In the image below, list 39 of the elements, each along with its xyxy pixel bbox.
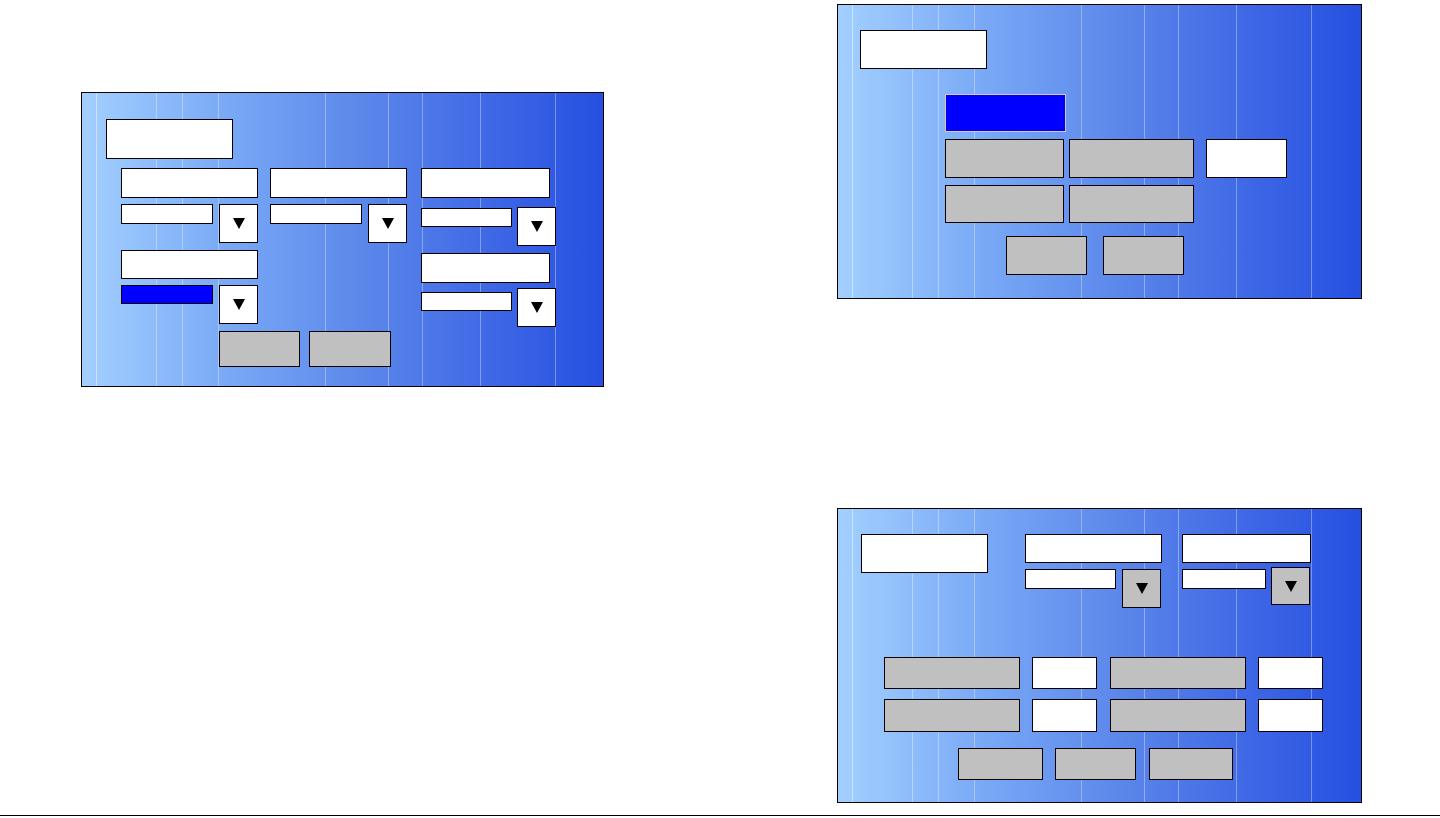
button[interactable] bbox=[958, 748, 1043, 780]
button[interactable] bbox=[1069, 139, 1194, 178]
button[interactable] bbox=[309, 331, 391, 367]
text-field[interactable] bbox=[1258, 699, 1323, 732]
button[interactable] bbox=[1110, 657, 1246, 689]
dropdown-button[interactable] bbox=[517, 288, 556, 327]
dropdown-button[interactable] bbox=[219, 285, 258, 324]
button[interactable] bbox=[1055, 748, 1136, 780]
button[interactable] bbox=[1110, 699, 1246, 732]
text-field[interactable] bbox=[270, 204, 362, 224]
button[interactable] bbox=[1149, 748, 1233, 780]
caret-icon bbox=[381, 218, 394, 229]
dropdown-button[interactable] bbox=[368, 204, 407, 243]
dropdown-button[interactable] bbox=[219, 204, 258, 243]
button[interactable] bbox=[884, 699, 1020, 732]
caret-icon bbox=[1135, 583, 1148, 594]
text-field[interactable] bbox=[1182, 569, 1266, 589]
caret-icon bbox=[530, 221, 543, 232]
text-field[interactable] bbox=[1025, 569, 1116, 589]
caret-icon bbox=[232, 218, 245, 229]
text-field[interactable] bbox=[1258, 657, 1323, 689]
caret-icon bbox=[530, 302, 543, 313]
button[interactable] bbox=[884, 657, 1020, 689]
text-field[interactable] bbox=[121, 204, 213, 224]
text-field[interactable] bbox=[1032, 657, 1097, 689]
caret-icon bbox=[1284, 580, 1297, 592]
caret-icon bbox=[232, 299, 245, 310]
text-field[interactable] bbox=[421, 292, 512, 311]
button[interactable] bbox=[945, 185, 1064, 223]
text-field[interactable] bbox=[121, 285, 213, 304]
button[interactable] bbox=[945, 139, 1064, 178]
button[interactable] bbox=[1103, 236, 1184, 275]
text-field[interactable] bbox=[421, 208, 512, 227]
button[interactable] bbox=[1069, 185, 1194, 223]
button[interactable] bbox=[219, 331, 300, 367]
button[interactable] bbox=[1006, 236, 1087, 275]
text-field[interactable] bbox=[1206, 139, 1287, 178]
dropdown-button[interactable] bbox=[517, 207, 556, 246]
text-field[interactable] bbox=[1032, 699, 1097, 732]
